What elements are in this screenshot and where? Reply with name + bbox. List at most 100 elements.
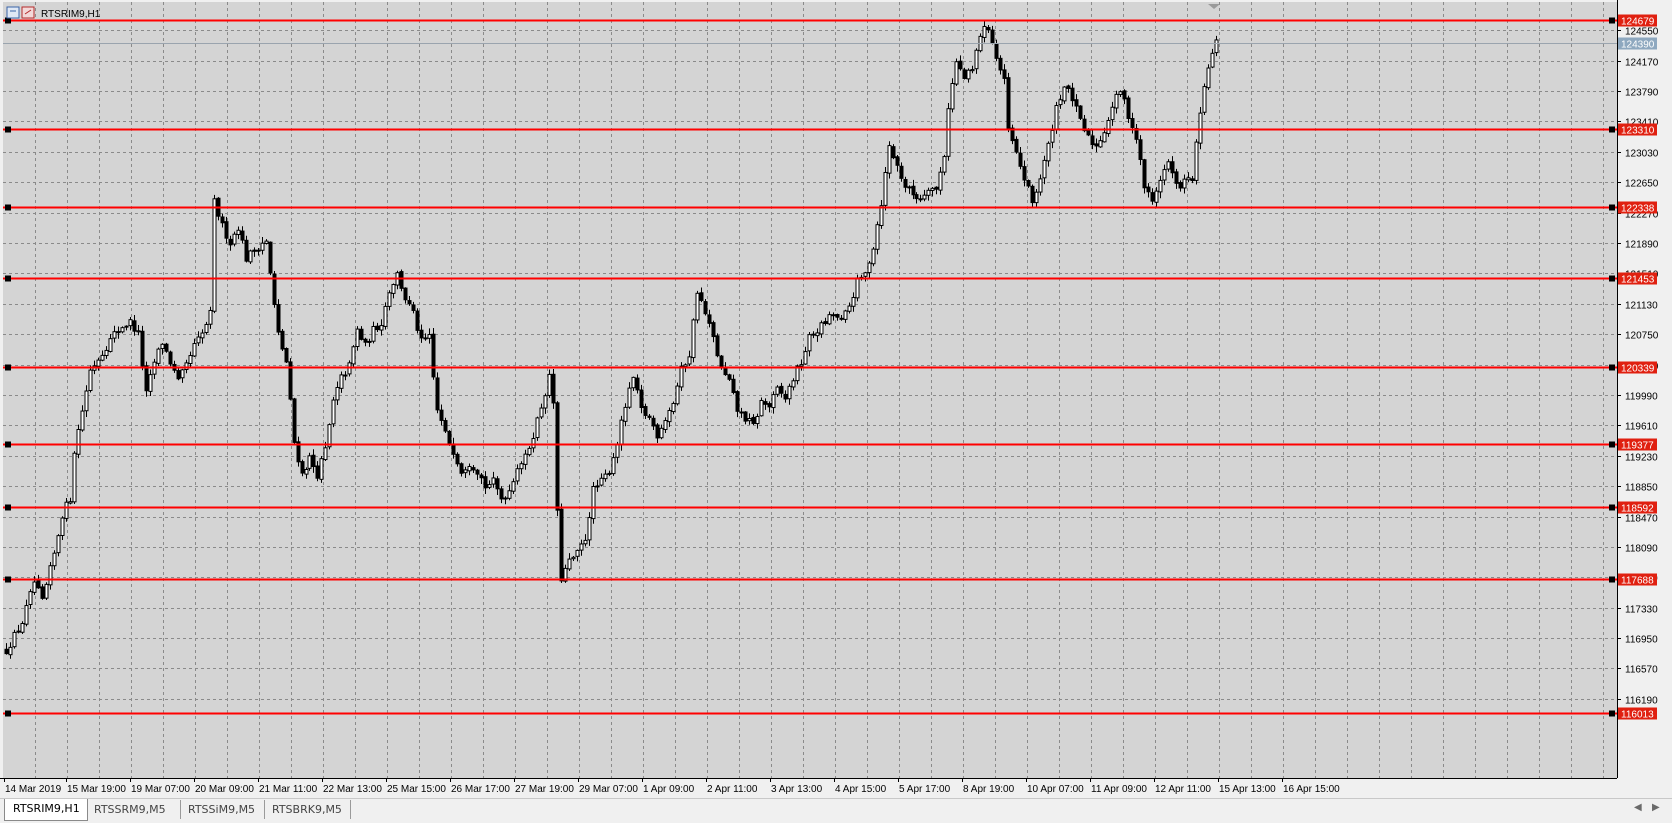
level-anchor-left[interactable]: [5, 441, 11, 448]
y-tick-label: 120750: [1625, 331, 1659, 342]
candle-body: [711, 322, 716, 338]
candle-body: [84, 390, 89, 412]
current-price-label: 124390: [1621, 40, 1655, 51]
candle-body: [703, 301, 708, 315]
candle-body: [136, 330, 141, 333]
candle-body: [399, 271, 404, 289]
candle-body: [699, 292, 704, 301]
candle-body: [359, 328, 364, 340]
candle-body: [787, 385, 792, 400]
candle-body: [351, 346, 356, 365]
candle-body: [839, 317, 844, 320]
candle-body: [879, 205, 884, 227]
level-anchor-left[interactable]: [5, 364, 11, 371]
candle-body: [743, 411, 748, 422]
candle-body: [196, 336, 201, 344]
candle-body: [827, 314, 832, 325]
candle-body: [204, 323, 209, 333]
price-chart[interactable]: 1245501241701237901234101230301226501222…: [0, 0, 1672, 798]
candle-body: [315, 465, 320, 479]
candle-body: [128, 319, 133, 327]
candle-body: [1114, 93, 1119, 109]
x-tick-label: 21 Mar 11:00: [259, 784, 318, 795]
scroll-left-icon[interactable]: ◀: [1634, 802, 1642, 813]
candle-body: [423, 337, 428, 340]
candle-body: [907, 186, 912, 189]
candle-body: [659, 427, 664, 439]
candle-body: [495, 478, 500, 490]
candle-body: [379, 325, 384, 331]
candle-body: [176, 370, 181, 380]
candle-body: [1150, 192, 1155, 202]
level-anchor-right[interactable]: [1609, 441, 1615, 448]
candle-body: [922, 194, 927, 200]
candle-body: [343, 374, 348, 377]
x-tick-label: 10 Apr 07:00: [1027, 784, 1084, 795]
candle-body: [811, 333, 816, 336]
candle-body: [615, 444, 620, 458]
tab-rtssrm9-m5[interactable]: RTSSRM9,M5: [86, 800, 181, 819]
candle-body: [763, 401, 768, 405]
level-anchor-left[interactable]: [5, 504, 11, 511]
level-anchor-right[interactable]: [1609, 710, 1615, 717]
candle-body: [60, 517, 65, 536]
level-anchor-left[interactable]: [5, 126, 11, 133]
level-anchor-left[interactable]: [5, 710, 11, 717]
candle-body: [918, 198, 923, 201]
candle-body: [779, 385, 784, 394]
level-anchor-right[interactable]: [1609, 576, 1615, 583]
y-tick-label: 123030: [1625, 149, 1659, 160]
candle-body: [567, 558, 572, 570]
level-anchor-right[interactable]: [1609, 364, 1615, 371]
candle-body: [1118, 91, 1123, 95]
x-tick-label: 15 Apr 13:00: [1219, 784, 1276, 795]
candle-body: [986, 27, 991, 31]
level-anchor-right[interactable]: [1609, 204, 1615, 211]
candle-body: [431, 333, 436, 378]
y-tick-label: 116950: [1625, 635, 1658, 646]
candle-body: [1090, 135, 1095, 146]
candle-body: [1190, 178, 1195, 182]
candle-body: [755, 416, 760, 425]
x-tick-label: 15 Mar 19:00: [67, 784, 126, 795]
candle-body: [24, 605, 29, 625]
candle-body: [475, 469, 480, 475]
candle-body: [707, 314, 712, 324]
candle-body: [1066, 85, 1071, 89]
level-anchor-left[interactable]: [5, 275, 11, 282]
chart-window-icon[interactable]: [6, 6, 20, 19]
level-anchor-left[interactable]: [5, 576, 11, 583]
candle-body: [643, 406, 648, 416]
scroll-right-icon[interactable]: ▶: [1652, 802, 1660, 813]
level-anchor-right[interactable]: [1609, 275, 1615, 282]
tab-rtsrim9-h1[interactable]: RTSRIM9,H1: [4, 799, 88, 821]
tab-rtssim9-m5[interactable]: RTSSiM9,M5: [180, 800, 265, 819]
level-anchor-right[interactable]: [1609, 17, 1615, 24]
candle-body: [491, 477, 496, 485]
candle-body: [803, 351, 808, 365]
candle-body: [88, 369, 93, 391]
candle-body: [970, 69, 975, 72]
tab-rtsbrk9-m5[interactable]: RTSBRK9,M5: [264, 800, 351, 819]
candle-body: [20, 622, 25, 633]
candle-body: [96, 359, 101, 367]
level-anchor-right[interactable]: [1609, 126, 1615, 133]
candle-body: [1046, 142, 1051, 162]
candle-body: [679, 365, 684, 388]
y-tick-label: 121890: [1625, 240, 1659, 251]
candle-body: [4, 648, 9, 655]
level-label: 122338: [1621, 204, 1655, 215]
x-tick-label: 12 Apr 11:00: [1155, 784, 1211, 795]
candle-body: [36, 580, 41, 589]
plot-area: [3, 2, 1617, 778]
level-anchor-left[interactable]: [5, 204, 11, 211]
candle-body: [371, 325, 376, 342]
candle-body: [1130, 118, 1135, 128]
level-anchor-right[interactable]: [1609, 504, 1615, 511]
candle-body: [8, 646, 13, 656]
candle-body: [519, 463, 524, 470]
candle-body: [208, 309, 213, 325]
candle-body: [220, 216, 225, 224]
candle-body: [419, 329, 424, 339]
candle-body: [403, 287, 408, 301]
